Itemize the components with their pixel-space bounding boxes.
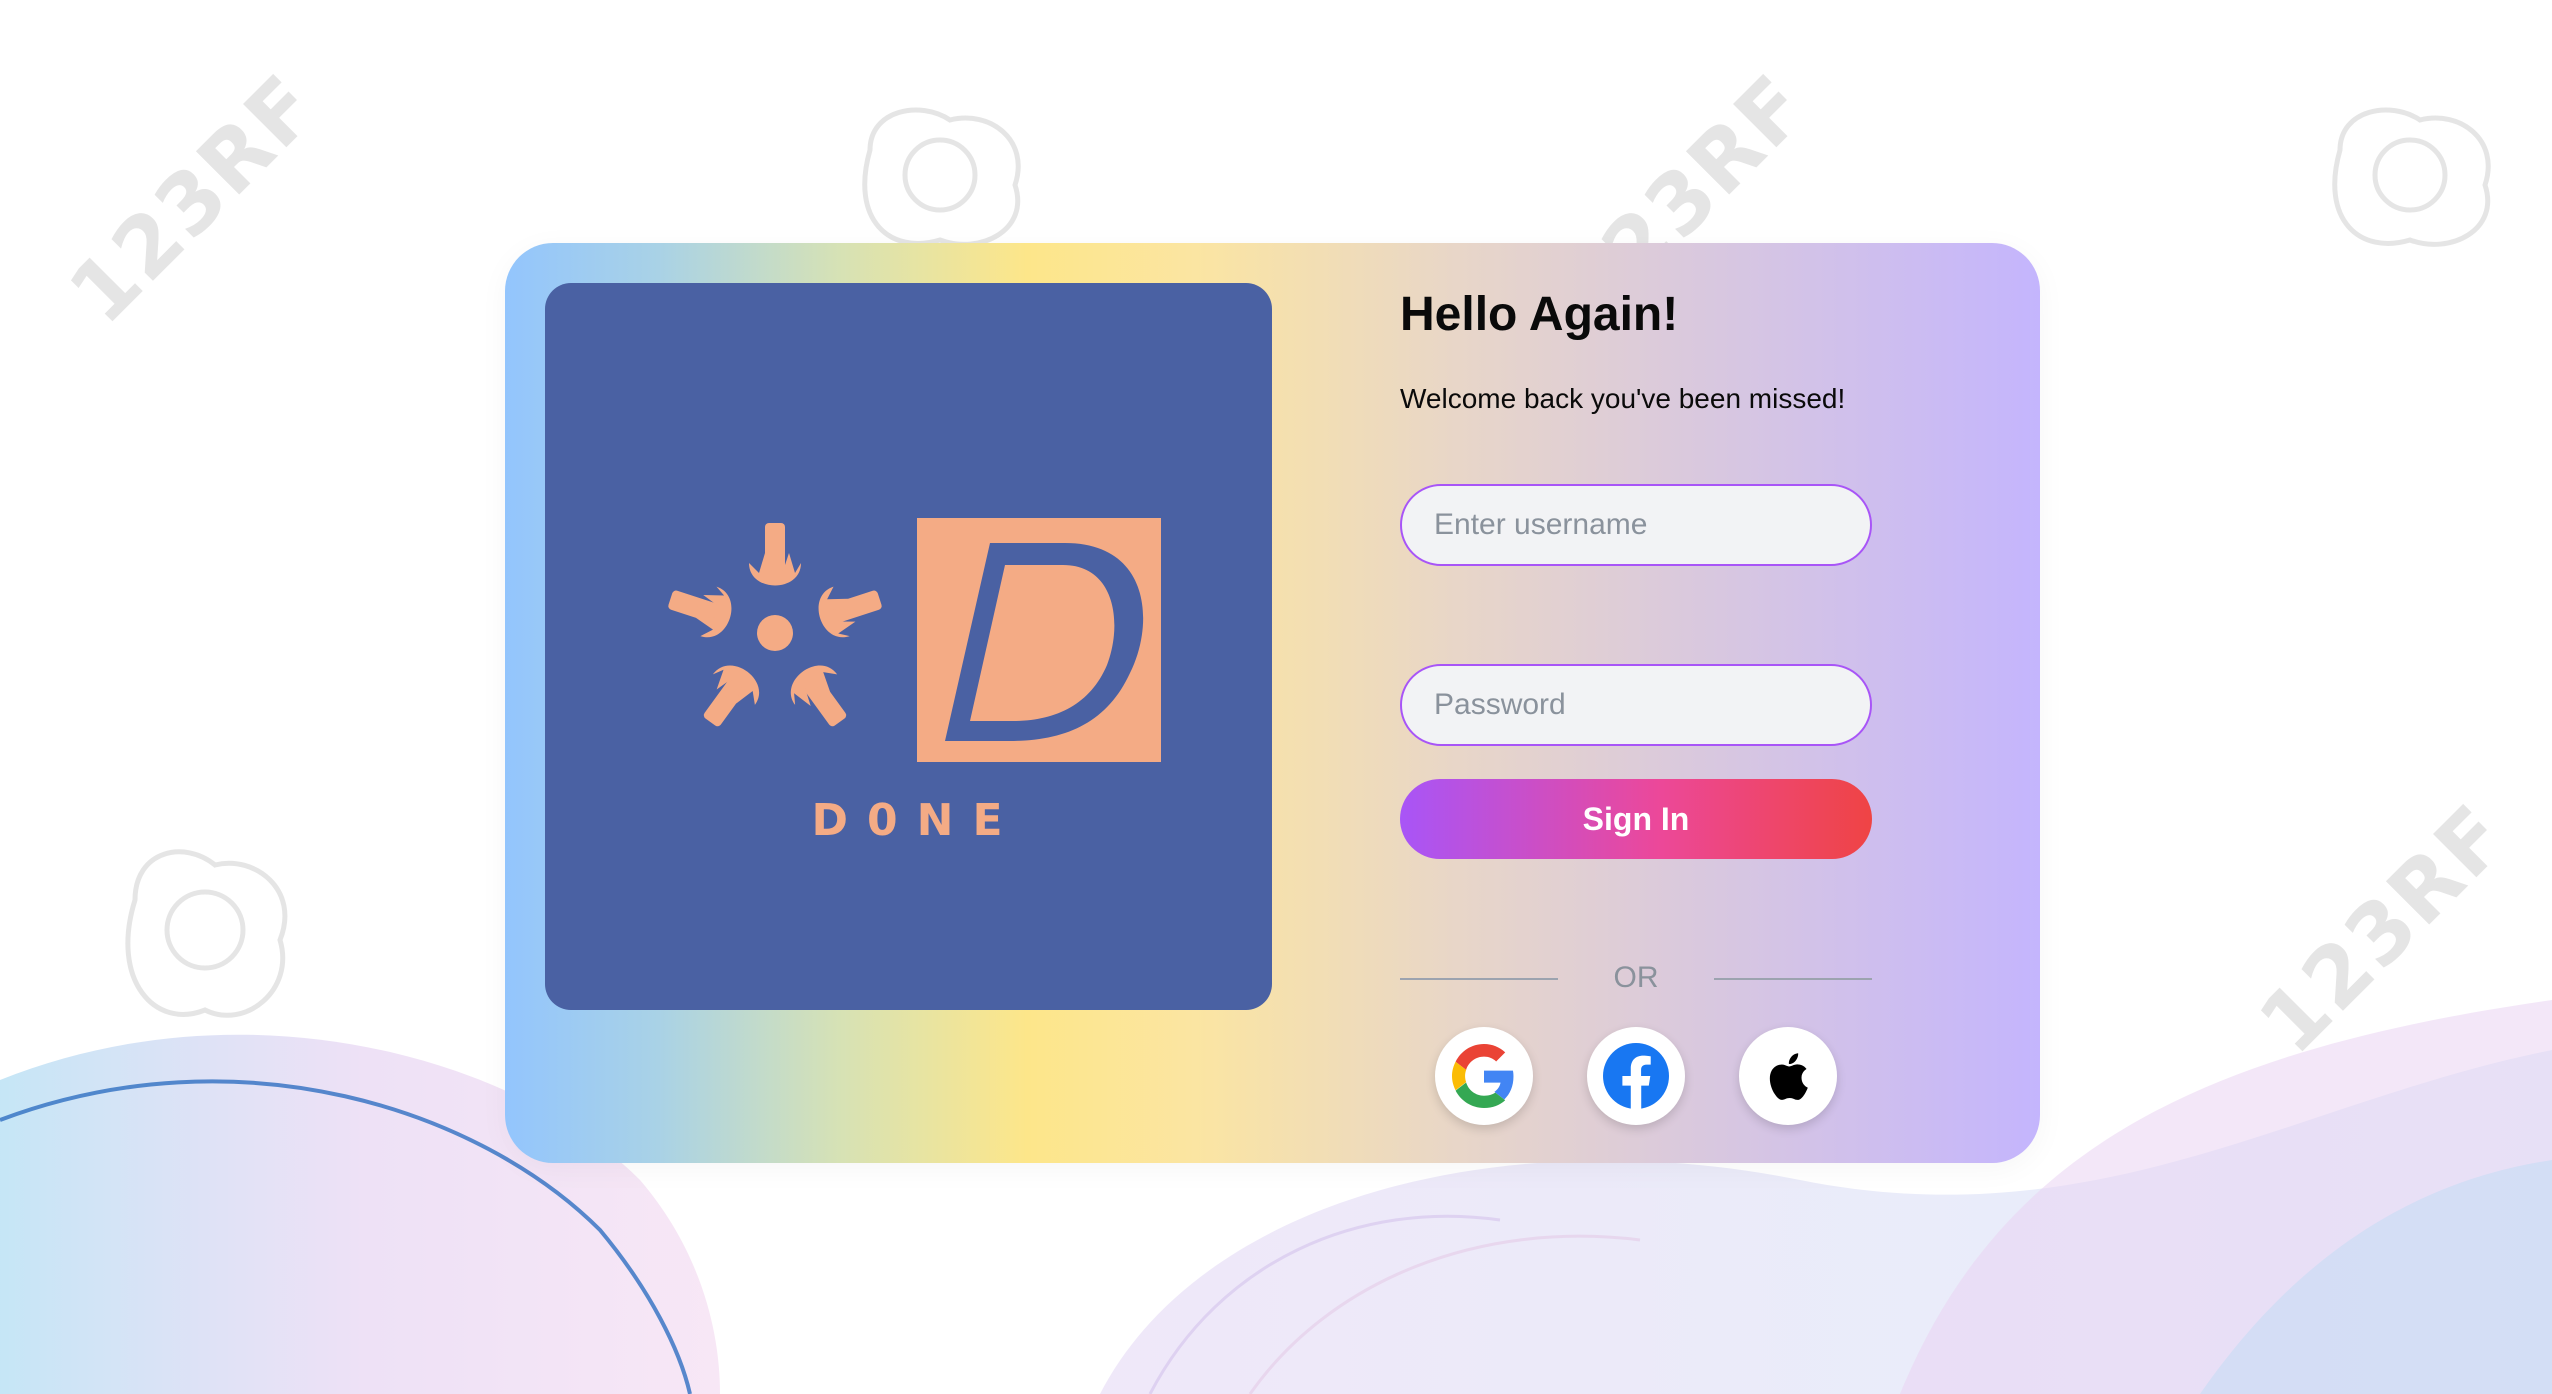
page-subtitle: Welcome back you've been missed! <box>1400 383 1846 414</box>
divider-line-right <box>1714 978 1872 980</box>
login-card: D0NE Hello Again! Welcome back you've be… <box>505 243 2040 1163</box>
brand-logo-panel: D0NE <box>545 283 1272 1010</box>
password-input[interactable] <box>1400 664 1872 746</box>
login-form: Hello Again! Welcome back you've been mi… <box>1400 243 1960 1163</box>
page-title: Hello Again! <box>1400 288 1679 341</box>
apple-icon <box>1769 1053 1808 1100</box>
hands-circle-icon <box>668 523 882 727</box>
login-page: 123RF 123RF 123RF D0NE Hello Again! Welc… <box>0 0 2552 1394</box>
done-logo <box>668 518 1161 762</box>
facebook-login-button[interactable] <box>1587 1027 1685 1125</box>
or-divider: OR <box>1400 963 1872 993</box>
watermark-egg-icon <box>2332 107 2491 247</box>
google-login-button[interactable] <box>1435 1027 1533 1125</box>
brand-name: D0NE <box>811 795 1022 846</box>
username-input[interactable] <box>1400 484 1872 566</box>
watermark-egg-icon <box>862 107 1021 247</box>
facebook-icon <box>1603 1043 1669 1109</box>
apple-login-button[interactable] <box>1739 1027 1837 1125</box>
sign-in-button[interactable]: Sign In <box>1400 779 1872 859</box>
watermark-egg-icon <box>125 849 288 1018</box>
google-icon <box>1452 1044 1514 1108</box>
